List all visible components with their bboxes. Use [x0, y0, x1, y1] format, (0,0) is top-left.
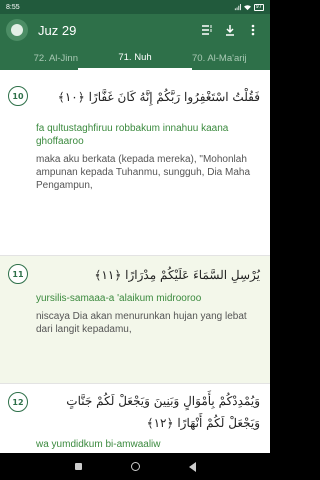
status-icons: 97 — [234, 3, 264, 11]
ayah-transliteration: wa yumdidkum bi-amwaaliw — [36, 439, 161, 450]
status-bar: 8:55 97 — [0, 0, 270, 14]
home-icon[interactable] — [130, 462, 140, 471]
system-nav-bar — [0, 453, 270, 480]
ayah-translation: maka aku berkata (kepada mereka), "Mohon… — [36, 154, 251, 191]
ayah-item[interactable]: 10 فَقُلْتُ اسْتَغْفِرُوا رَبَّكُمْ إِنَ… — [0, 70, 270, 255]
ayah-number-badge: 11 — [8, 264, 28, 284]
ayah-number-badge: 10 — [8, 86, 28, 106]
app-bar: Juz 29 — [0, 14, 270, 46]
tab-active-surah[interactable]: 71. Nuh — [78, 46, 192, 70]
battery-icon: 97 — [253, 3, 264, 11]
recent-apps-icon[interactable] — [74, 463, 82, 470]
back-icon[interactable] — [188, 461, 196, 472]
status-time: 8:55 — [6, 3, 20, 11]
page-title[interactable]: Juz 29 — [38, 23, 195, 38]
more-vertical-icon[interactable] — [242, 19, 264, 41]
surah-tabs: 72. Al-Jinn 71. Nuh 70. Al-Ma'arij — [0, 46, 270, 70]
ayah-transliteration: fa qultustaghfiruu robbakum innahuu kaan… — [36, 123, 229, 147]
wifi-icon — [243, 4, 251, 10]
ayah-arabic-text: يُرْسِلِ السَّمَاءَ عَلَيْكُمْ مِدْرَارً… — [94, 268, 260, 282]
ayah-item[interactable]: 12 وَيُمْدِدْكُمْ بِأَمْوَالٍ وَبَنِينَ … — [0, 384, 270, 453]
ayah-item[interactable]: 11 يُرْسِلِ السَّمَاءَ عَلَيْكُمْ مِدْرَ… — [0, 256, 270, 383]
ayah-arabic-text: فَقُلْتُ اسْتَغْفِرُوا رَبَّكُمْ إِنَّهُ… — [57, 90, 260, 104]
list-view-icon[interactable] — [196, 19, 218, 41]
download-icon[interactable] — [219, 19, 241, 41]
ayah-number-badge: 12 — [8, 392, 28, 412]
tab-prev-surah[interactable]: 72. Al-Jinn — [0, 46, 78, 70]
ayah-transliteration: yursilis-samaaa-a 'alaikum midrooroo — [36, 293, 202, 304]
signal-icon — [234, 3, 241, 10]
tab-next-surah[interactable]: 70. Al-Ma'arij — [192, 46, 270, 70]
ayah-list[interactable]: 10 فَقُلْتُ اسْتَغْفِرُوا رَبَّكُمْ إِنَ… — [0, 70, 270, 453]
quran-logo-icon[interactable] — [6, 19, 28, 41]
ayah-arabic-text: وَيُمْدِدْكُمْ بِأَمْوَالٍ وَبَنِينَ وَي… — [66, 394, 260, 430]
ayah-translation: niscaya Dia akan menurunkan hujan yang l… — [36, 311, 247, 335]
